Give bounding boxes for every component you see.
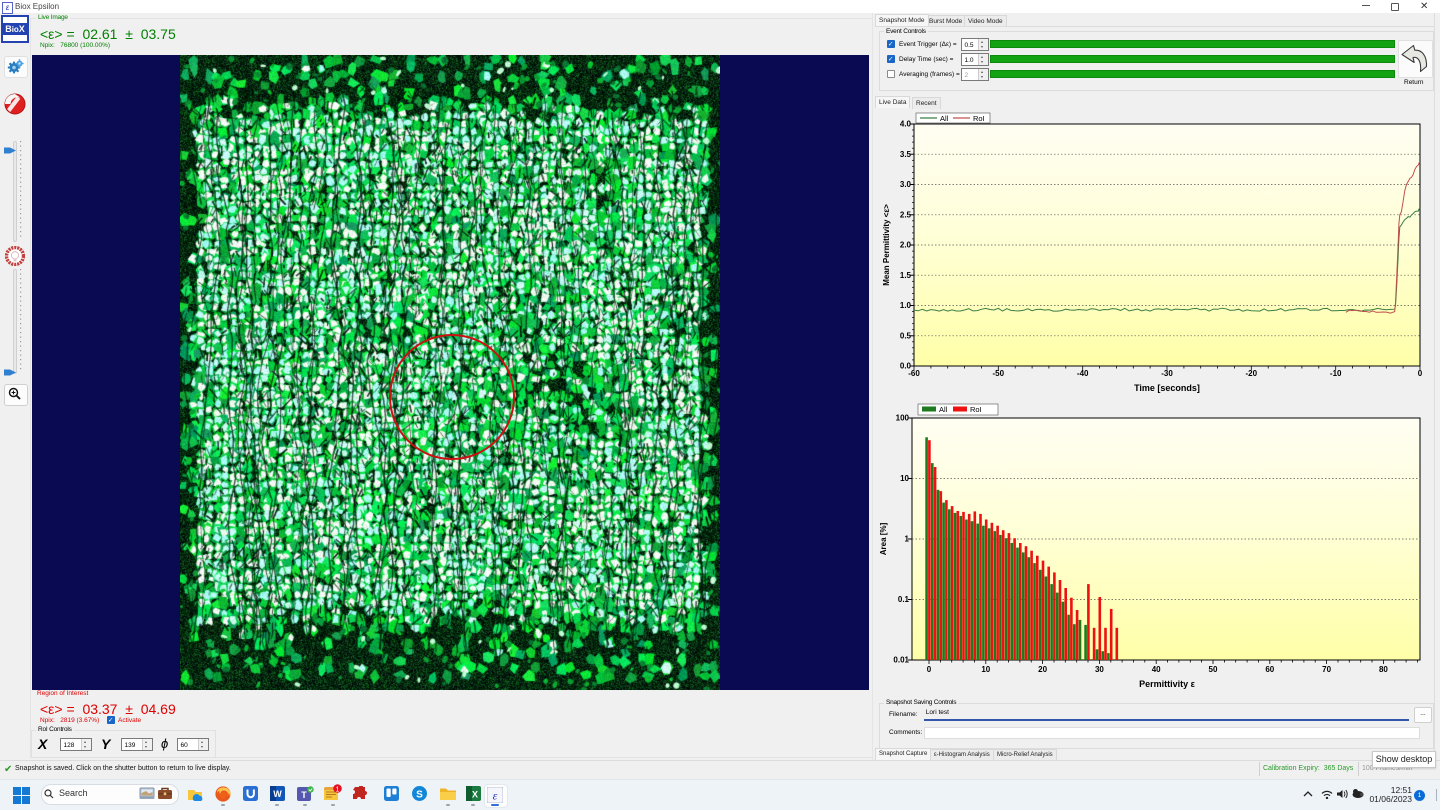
- svg-text:W: W: [273, 789, 282, 799]
- svg-text:-30: -30: [1161, 369, 1173, 378]
- svg-text:1.5: 1.5: [900, 271, 912, 280]
- svg-text:S: S: [416, 790, 423, 801]
- svg-text:-50: -50: [993, 369, 1005, 378]
- svg-text:1: 1: [336, 786, 340, 793]
- svg-text:10: 10: [981, 665, 990, 674]
- svg-text:RoI: RoI: [970, 405, 982, 414]
- svg-text:0.1: 0.1: [898, 595, 910, 604]
- svg-text:-40: -40: [1077, 369, 1089, 378]
- svg-text:RoI: RoI: [973, 114, 985, 123]
- svg-text:100: 100: [896, 414, 910, 423]
- svg-text:X: X: [472, 790, 478, 800]
- svg-text:ε: ε: [493, 789, 498, 803]
- svg-text:60: 60: [1265, 665, 1274, 674]
- svg-text:-10: -10: [1330, 369, 1342, 378]
- svg-text:Mean Permittivity <ε>: Mean Permittivity <ε>: [882, 204, 891, 286]
- svg-text:0.5: 0.5: [900, 331, 912, 340]
- svg-text:0: 0: [1418, 369, 1423, 378]
- svg-text:-20: -20: [1246, 369, 1258, 378]
- svg-text:T: T: [301, 790, 307, 800]
- svg-text:40: 40: [1152, 665, 1161, 674]
- svg-text:80: 80: [1379, 665, 1388, 674]
- svg-text:0.01: 0.01: [893, 656, 909, 665]
- svg-text:Permittivity ε: Permittivity ε: [1139, 679, 1196, 689]
- svg-text:20: 20: [1038, 665, 1047, 674]
- svg-text:3.5: 3.5: [900, 150, 912, 159]
- svg-text:2.5: 2.5: [900, 210, 912, 219]
- svg-text:50: 50: [1209, 665, 1218, 674]
- svg-text:Time [seconds]: Time [seconds]: [1134, 383, 1200, 393]
- svg-text:All: All: [940, 114, 949, 123]
- svg-text:3.0: 3.0: [900, 180, 912, 189]
- svg-text:30: 30: [1095, 665, 1104, 674]
- svg-text:Area [%]: Area [%]: [879, 522, 888, 555]
- svg-text:70: 70: [1322, 665, 1331, 674]
- svg-text:1.0: 1.0: [900, 301, 912, 310]
- svg-text:All: All: [939, 405, 948, 414]
- svg-text:2.0: 2.0: [900, 241, 912, 250]
- svg-text:0: 0: [927, 665, 932, 674]
- svg-text:4.0: 4.0: [900, 120, 912, 129]
- svg-text:-60: -60: [908, 369, 920, 378]
